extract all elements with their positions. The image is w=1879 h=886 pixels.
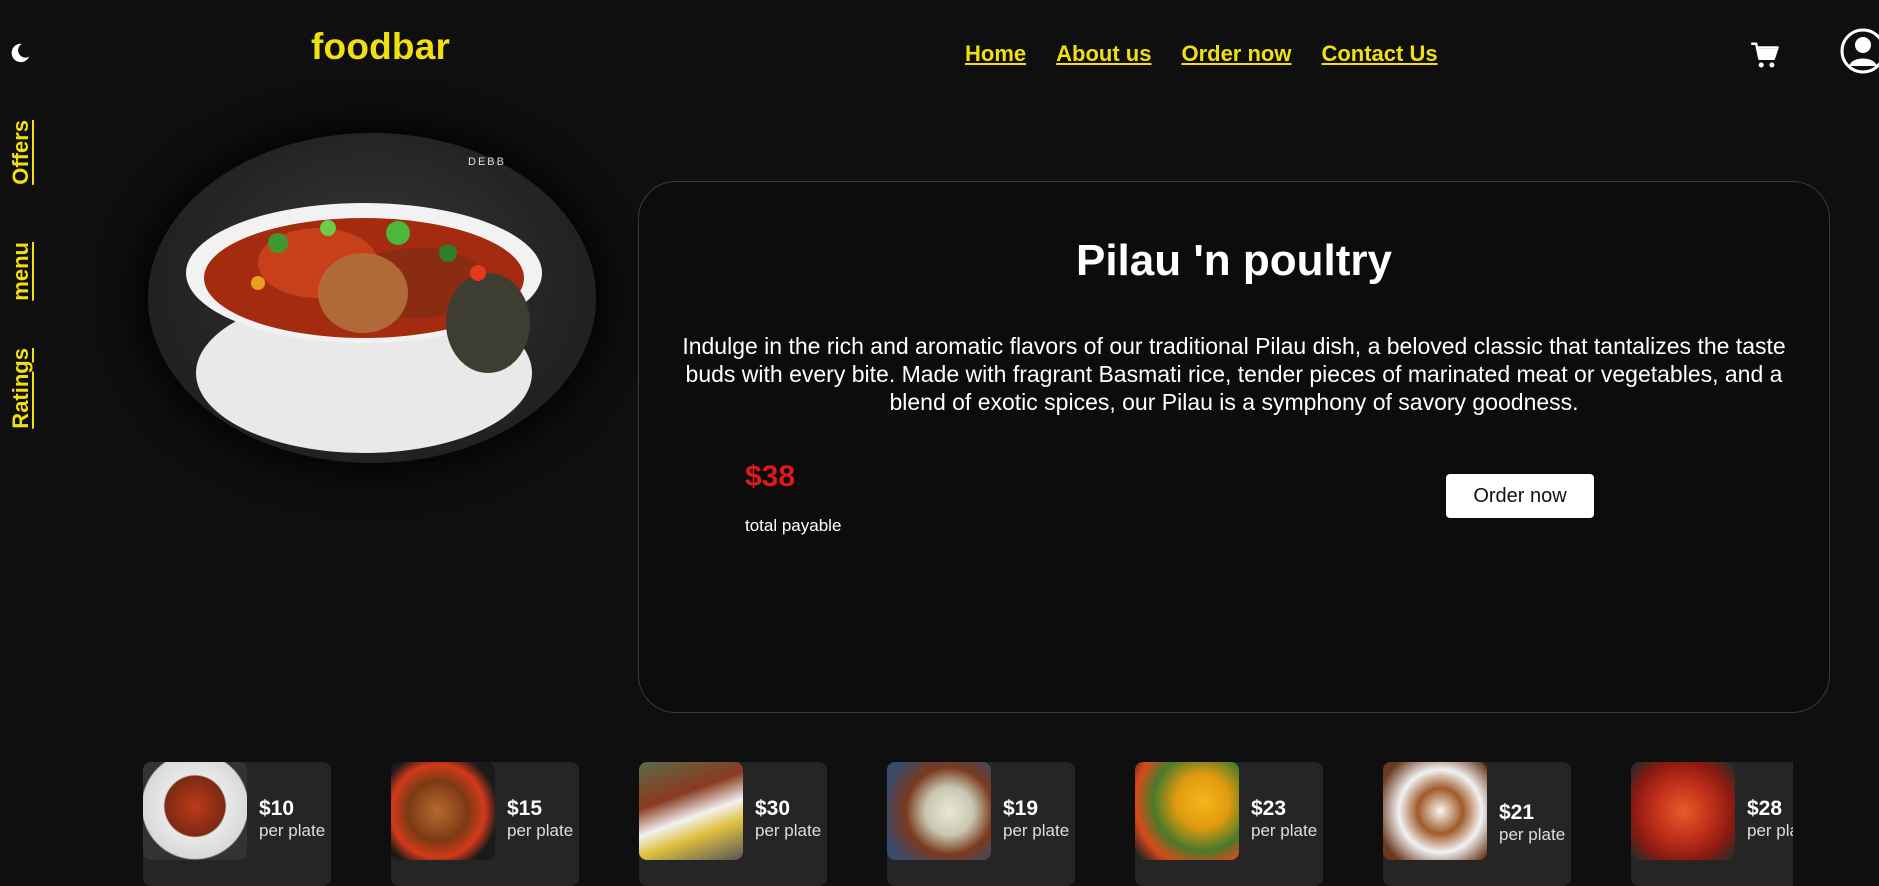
- menu-item-unit: per plate: [1003, 821, 1070, 840]
- menu-item[interactable]: $10 per plate: [143, 762, 331, 886]
- menu-item[interactable]: $23 per plate: [1135, 762, 1323, 886]
- menu-item[interactable]: $30 per plate: [639, 762, 827, 886]
- menu-item-image: [639, 762, 743, 860]
- menu-item-image: [143, 762, 247, 860]
- price-label: total payable: [745, 516, 842, 535]
- menu-item-unit: per plate: [259, 821, 326, 840]
- main-nav: Home About us Order now Contact Us: [965, 41, 1438, 67]
- product-price: $38: [745, 460, 796, 493]
- menu-item-image: [1383, 762, 1487, 860]
- menu-items-strip: $10 per plate $15 per plate $30 per plat…: [143, 762, 1793, 886]
- menu-item[interactable]: $19 per plate: [887, 762, 1075, 886]
- menu-item-unit: per plate: [1747, 821, 1793, 840]
- menu-item-unit: per plate: [1251, 821, 1318, 840]
- menu-item-image: [887, 762, 991, 860]
- logo[interactable]: foodbar: [311, 26, 450, 68]
- menu-item-price: $28: [1747, 797, 1783, 820]
- sidebar-menu[interactable]: menu: [8, 242, 38, 301]
- menu-item-price: $21: [1499, 801, 1535, 824]
- nav-order-now[interactable]: Order now: [1181, 41, 1291, 67]
- menu-item-price: $15: [507, 797, 543, 820]
- sidebar-ratings[interactable]: Ratings: [8, 348, 38, 429]
- menu-item[interactable]: $15 per plate: [391, 762, 579, 886]
- menu-item-price: $23: [1251, 797, 1287, 820]
- menu-item[interactable]: $21 per plate: [1383, 762, 1571, 886]
- cart-icon[interactable]: [1750, 40, 1780, 70]
- image-watermark: DEBB: [468, 156, 506, 168]
- menu-item-unit: per plate: [755, 821, 822, 840]
- nav-home[interactable]: Home: [965, 41, 1026, 67]
- menu-item-image: [1135, 762, 1239, 860]
- menu-item-price: $10: [259, 797, 295, 820]
- hero-food-image: [148, 133, 596, 463]
- menu-item-price: $30: [755, 797, 791, 820]
- product-description: Indulge in the rich and aromatic flavors…: [682, 333, 1786, 415]
- order-now-button[interactable]: Order now: [1446, 474, 1594, 518]
- menu-item-unit: per plate: [1499, 825, 1566, 844]
- menu-item[interactable]: $28 per plate: [1631, 762, 1793, 886]
- menu-item-image: [391, 762, 495, 860]
- user-profile-icon[interactable]: [1840, 28, 1879, 74]
- menu-item-unit: per plate: [507, 821, 574, 840]
- product-card: Pilau 'n poultry Indulge in the rich and…: [638, 181, 1830, 713]
- menu-item-price: $19: [1003, 797, 1039, 820]
- moon-icon[interactable]: [9, 42, 31, 64]
- nav-about-us[interactable]: About us: [1056, 41, 1151, 67]
- nav-contact-us[interactable]: Contact Us: [1321, 41, 1437, 67]
- sidebar-offers[interactable]: Offers: [8, 120, 38, 185]
- menu-item-image: [1631, 762, 1735, 860]
- product-title: Pilau 'n poultry: [1075, 236, 1393, 285]
